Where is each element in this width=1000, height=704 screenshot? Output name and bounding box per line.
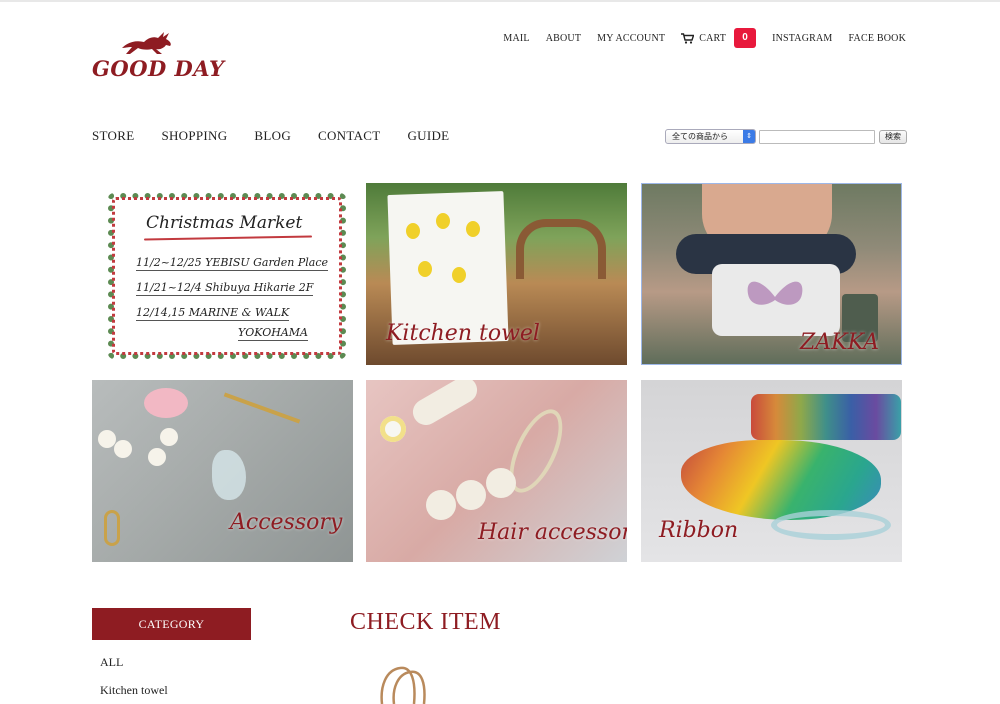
crystal-image (212, 450, 246, 500)
about-link[interactable]: ABOUT (546, 33, 581, 44)
nav-contact[interactable]: CONTACT (318, 128, 380, 144)
ribbon-swirl-image (681, 440, 881, 520)
nav-store[interactable]: STORE (92, 128, 134, 144)
ribbon-spools-image (751, 394, 901, 440)
chair-image (516, 219, 606, 279)
category-item-all[interactable]: ALL (100, 655, 123, 670)
search-bar: 全ての商品から ⇕ 検索 (665, 129, 907, 144)
tile-caption: Accessory (230, 510, 343, 535)
cart-link[interactable]: CART 0 (681, 28, 757, 48)
category-tile-zakka[interactable]: ZAKKA (641, 183, 902, 365)
category-tile-kitchen-towel[interactable]: Kitchen towel (366, 183, 627, 365)
pearl-clip-image (408, 380, 482, 430)
search-button[interactable]: 検索 (879, 129, 907, 144)
site-logo[interactable]: GOOD DAY (92, 30, 232, 84)
main-nav: STORE SHOPPING BLOG CONTACT GUIDE (92, 128, 476, 144)
christmas-market-banner[interactable]: Christmas Market 11/2~12/25 YEBISU Garde… (92, 183, 353, 365)
check-item-heading: CHECK ITEM (350, 609, 501, 635)
select-arrow-icon: ⇕ (743, 130, 755, 143)
top-border (0, 0, 1000, 2)
lemon-image (436, 213, 450, 229)
event-line-3: 12/14,15 MARINE & WALK (136, 306, 290, 321)
category-tile-ribbon[interactable]: Ribbon (641, 380, 902, 562)
event-line-4: YOKOHAMA (238, 326, 308, 341)
lemon-image (418, 261, 432, 277)
lemon-image (452, 267, 466, 283)
brand-name: GOOD DAY (92, 56, 225, 81)
search-scope-value: 全ての商品から (672, 132, 728, 141)
my-account-link[interactable]: MY ACCOUNT (597, 33, 665, 44)
lemon-image (406, 223, 420, 239)
hare-logo-icon (122, 32, 171, 54)
christmas-title: Christmas Market (146, 213, 303, 233)
tile-caption: Ribbon (659, 518, 739, 543)
search-scope-select[interactable]: 全ての商品から ⇕ (665, 129, 756, 144)
pearls-image (98, 430, 116, 448)
tile-caption: Hair accessory (478, 520, 627, 545)
butterfly-icon (747, 281, 803, 305)
nav-blog[interactable]: BLOG (254, 128, 291, 144)
event-line-1: 11/2~12/25 YEBISU Garden Place (136, 256, 329, 271)
nav-guide[interactable]: GUIDE (407, 128, 449, 144)
utility-nav: MAIL ABOUT MY ACCOUNT CART 0 INSTAGRAM F… (487, 28, 906, 48)
tile-caption: Kitchen towel (386, 321, 540, 346)
lemon-image (466, 221, 480, 237)
event-line-2: 11/21~12/4 Shibuya Hikarie 2F (136, 281, 314, 296)
tile-caption: ZAKKA (800, 330, 880, 355)
clip-image (104, 510, 120, 546)
cart-icon (681, 32, 695, 44)
category-tile-hair-accessory[interactable]: Hair accessory (366, 380, 627, 562)
cart-count-badge: 0 (734, 28, 757, 48)
pearls-image (426, 490, 456, 520)
rhinestone-clip-image (498, 401, 574, 501)
facebook-link[interactable]: FACE BOOK (849, 33, 906, 44)
search-input[interactable] (759, 129, 875, 144)
product-bag-handle-image[interactable] (378, 664, 442, 704)
ribbon-loop-image (771, 510, 891, 540)
daisy-image (380, 416, 406, 442)
mail-link[interactable]: MAIL (503, 33, 529, 44)
gold-wire-image (223, 392, 301, 424)
cart-label: CART (699, 32, 727, 44)
category-tile-accessory[interactable]: Accessory (92, 380, 353, 562)
instagram-link[interactable]: INSTAGRAM (772, 33, 832, 44)
category-item-kitchen-towel[interactable]: Kitchen towel (100, 683, 168, 698)
flower-image (144, 388, 188, 418)
nav-shopping[interactable]: SHOPPING (161, 128, 227, 144)
category-heading: CATEGORY (92, 608, 251, 640)
